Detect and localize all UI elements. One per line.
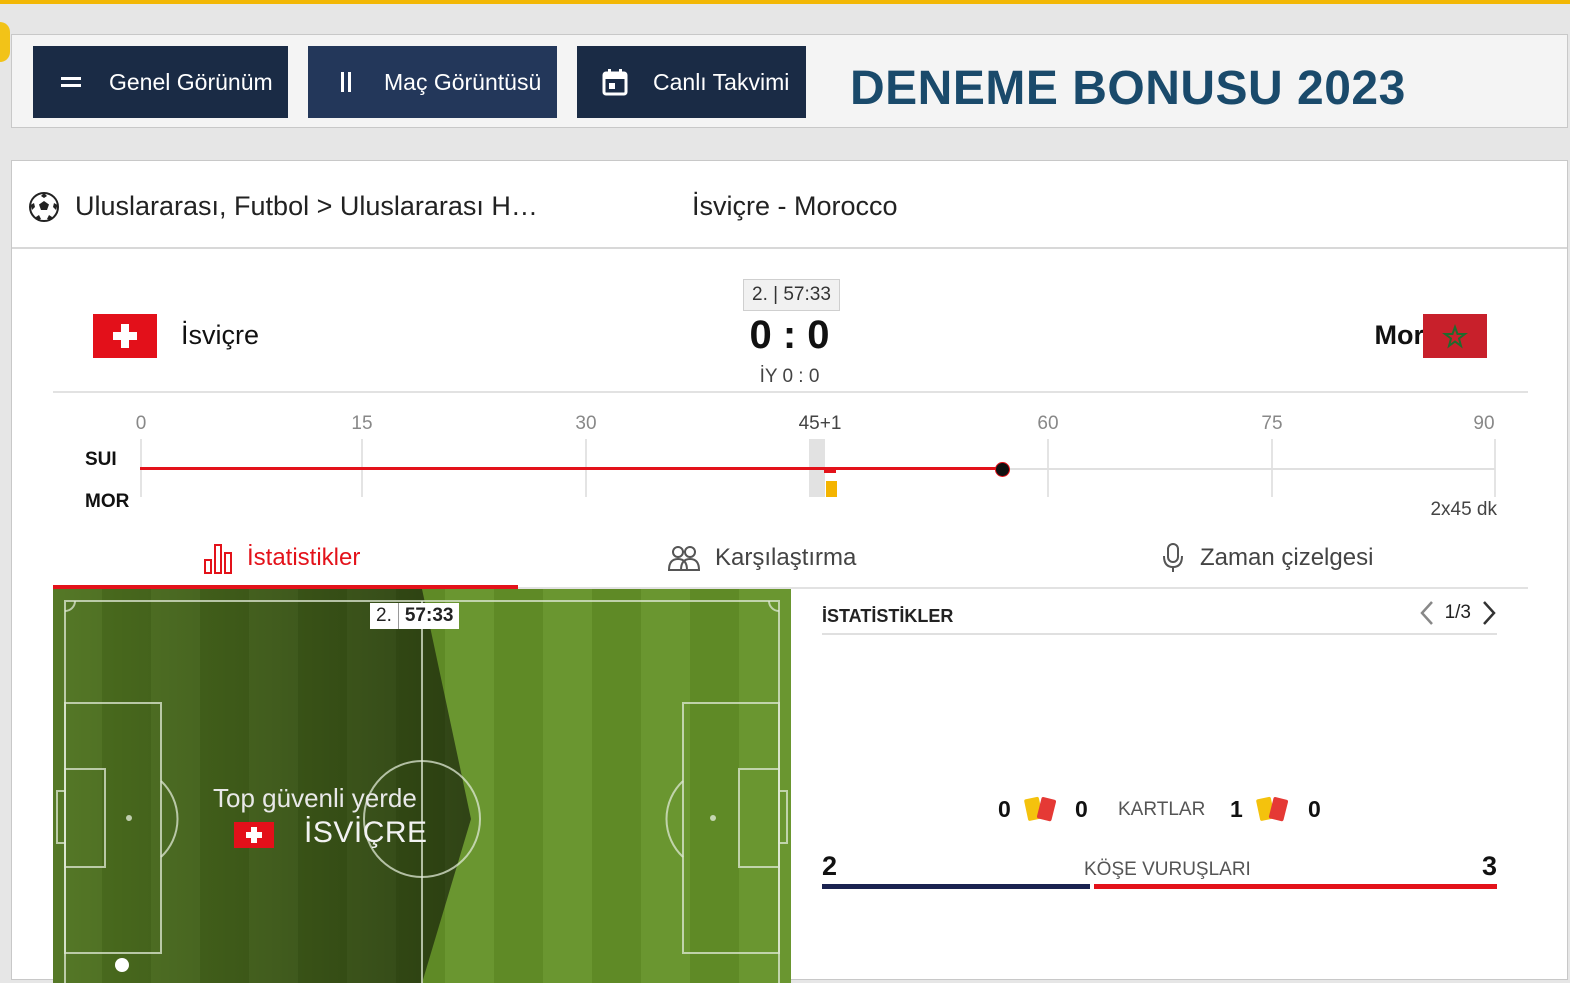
tab-comparison-label: Karşılaştırma <box>715 544 857 571</box>
home-yellow-cards: 0 <box>998 796 1011 822</box>
match-view-button[interactable]: Maç Görüntüsü <box>308 46 557 118</box>
corners-stat-row: 2 KÖŞE VURUŞLARI 3 <box>822 851 1497 891</box>
match-view-label: Maç Görüntüsü <box>384 68 542 95</box>
bar-chart-icon <box>204 544 232 574</box>
top-accent-line <box>0 0 1570 4</box>
match-timeline: 0 15 30 45+1 60 75 90 SUI MOR 2x45 dk <box>53 407 1528 527</box>
switzerland-flag-icon <box>234 822 274 848</box>
tab-timeline-label: Zaman çizelgesi <box>1200 544 1374 571</box>
microphone-icon <box>1163 543 1183 572</box>
match-panel: Uluslararası, Futbol > Uluslararası H… İ… <box>11 160 1568 983</box>
tick-label: 15 <box>351 413 373 434</box>
chevron-left-icon[interactable] <box>1419 600 1435 626</box>
morocco-flag-icon <box>1423 314 1487 358</box>
tab-comparison[interactable]: Karşılaştırma <box>667 529 856 587</box>
home-corners: 2 <box>822 851 838 881</box>
statistics-header: İSTATİSTİKLER 1/3 <box>822 597 1497 635</box>
cards-icon <box>1256 796 1288 822</box>
users-icon <box>667 546 701 571</box>
divider <box>53 391 1528 393</box>
tick-label: 60 <box>1037 413 1059 434</box>
match-title: İsviçre - Morocco <box>692 191 898 221</box>
tab-statistics[interactable]: İstatistikler <box>203 529 360 587</box>
tab-timeline[interactable]: Zaman çizelgesi <box>1160 529 1373 587</box>
cards-icon <box>1024 796 1056 822</box>
stats-pager: 1/3 <box>1419 600 1497 626</box>
toolbar: Genel Görünüm Maç Görüntüsü Canlı Takvim… <box>11 34 1568 128</box>
halftime-score: İY 0 : 0 <box>759 366 820 387</box>
pitch-period: 2. <box>376 605 392 626</box>
pitch-time: 57:33 <box>397 603 460 629</box>
pitch-clock: 2. 57:33 <box>370 603 460 629</box>
yellow-card-event[interactable] <box>826 481 837 497</box>
live-calendar-button[interactable]: Canlı Takvimi <box>577 46 806 118</box>
switzerland-flag-icon <box>93 314 157 358</box>
pitch-visualization: 2. 57:33 Top güvenli yerde İSVİÇRE <box>53 589 791 983</box>
event-marker[interactable] <box>824 467 836 473</box>
score: 0 : 0 <box>749 313 830 357</box>
tick-label: 30 <box>575 413 597 434</box>
overview-button[interactable]: Genel Görünüm <box>33 46 288 118</box>
current-time-marker <box>995 462 1010 477</box>
page-indicator: 1/3 <box>1444 602 1471 623</box>
breadcrumb-bar: Uluslararası, Futbol > Uluslararası H… İ… <box>12 161 1567 249</box>
away-corners-bar <box>1094 884 1497 889</box>
tick-label: 45+1 <box>798 413 842 434</box>
overview-label: Genel Görünüm <box>109 68 273 95</box>
brand-banner[interactable]: DENEME BONUSU 2023 <box>850 61 1406 116</box>
possession-team: İSVİÇRE <box>304 816 428 849</box>
tick-label: 0 <box>135 413 147 434</box>
tick-label: 75 <box>1261 413 1283 434</box>
pause-icon <box>332 68 360 96</box>
home-corners-bar <box>822 884 1090 889</box>
live-calendar-label: Canlı Takvimi <box>653 68 790 95</box>
home-abbr: SUI <box>85 449 117 470</box>
possession-message: Top güvenli yerde <box>213 783 417 813</box>
menu-icon <box>57 68 85 96</box>
soccer-pitch <box>53 589 791 983</box>
cards-stat-row: 0 0 KARTLAR 1 0 <box>822 794 1497 828</box>
statistics-title: İSTATİSTİKLER <box>822 606 954 626</box>
away-abbr: MOR <box>85 491 130 512</box>
timeline-progress <box>140 467 1002 470</box>
soccer-ball-icon <box>29 192 59 222</box>
away-red-cards: 0 <box>1308 796 1321 822</box>
corners-label: KÖŞE VURUŞLARI <box>1084 859 1251 880</box>
home-team-name: İsviçre <box>181 320 260 350</box>
away-corners: 3 <box>1481 851 1497 881</box>
home-red-cards: 0 <box>1075 796 1088 822</box>
calendar-icon <box>601 68 629 96</box>
match-duration: 2x45 dk <box>1430 499 1497 520</box>
chevron-right-icon[interactable] <box>1481 600 1497 626</box>
side-indicator <box>0 22 10 62</box>
match-clock: 2. | 57:33 <box>743 279 840 311</box>
statistics-panel: İSTATİSTİKLER 1/3 0 0 KARTLAR 1 0 2 KÖŞE… <box>822 589 1497 983</box>
breadcrumb[interactable]: Uluslararası, Futbol > Uluslararası H… <box>75 191 538 222</box>
away-yellow-cards: 1 <box>1230 796 1243 822</box>
tab-bar: İstatistikler Karşılaştırma Zaman çizelg… <box>53 529 1528 589</box>
cards-label: KARTLAR <box>1118 799 1206 820</box>
tick-label: 90 <box>1473 413 1495 434</box>
tab-statistics-label: İstatistikler <box>247 544 361 571</box>
